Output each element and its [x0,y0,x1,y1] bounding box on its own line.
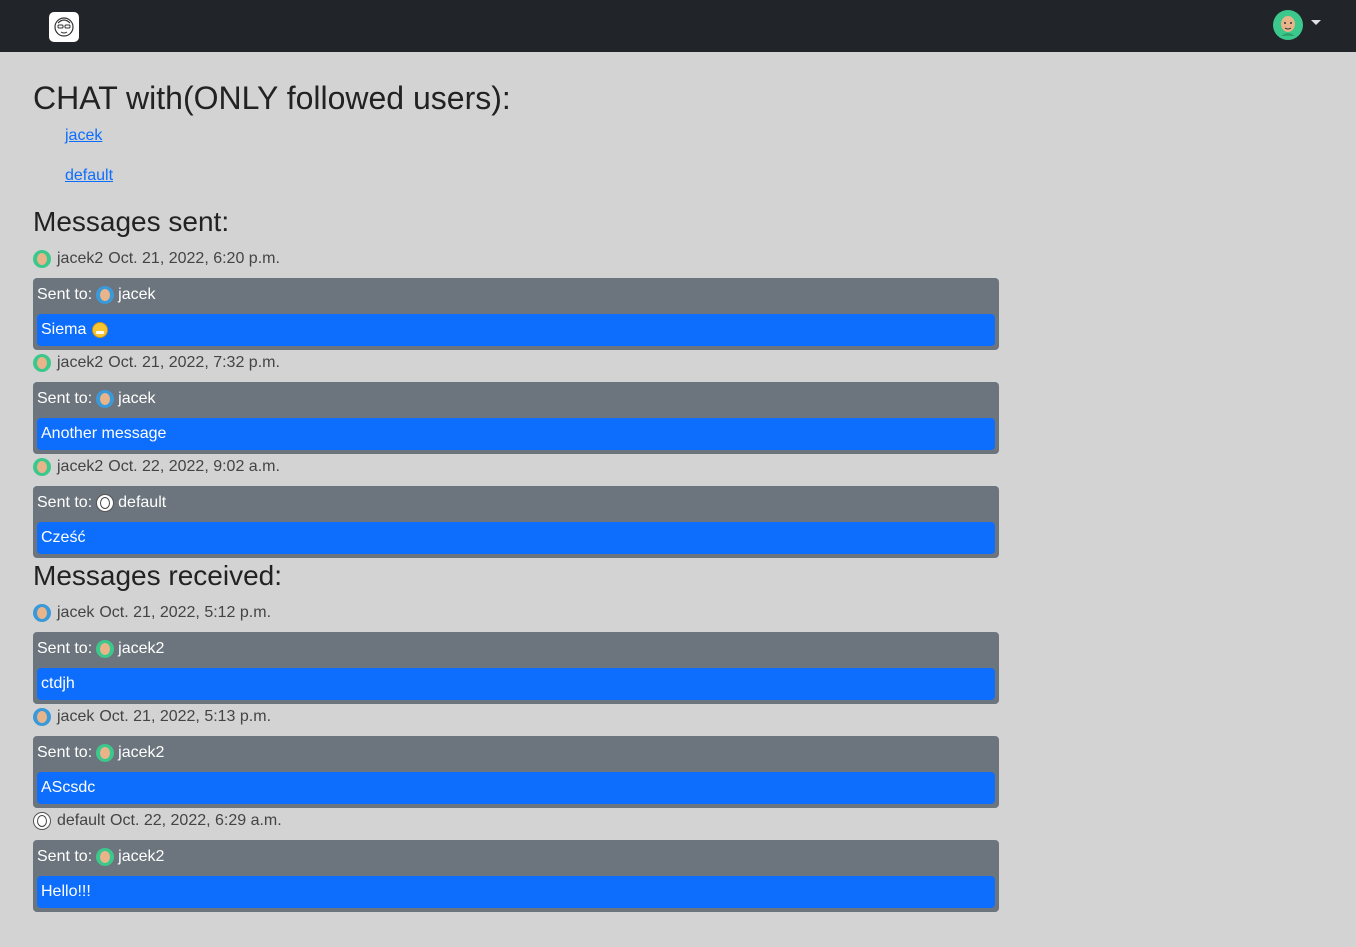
message-text: ctdjh [41,675,75,692]
brand-logo-icon[interactable] [49,12,79,42]
recipient-avatar-icon [96,390,115,408]
message-body: ctdjh [37,668,995,700]
recipient-line: Sent to: jacek [37,283,156,307]
recipient-avatar-icon [96,744,115,762]
message-body: Another message [37,418,995,450]
sender-name: jacek2 [57,354,104,371]
recipient-line: Sent to: default [37,491,166,515]
message-timestamp: Oct. 21, 2022, 5:13 p.m. [99,708,272,725]
user-avatar-icon[interactable] [1273,10,1303,40]
recipient-avatar-icon [96,848,115,866]
messages-sent-heading: Messages sent: [33,206,230,237]
sender-avatar-icon [33,604,51,622]
message-text: Cześć [41,529,86,546]
sent-to-label: Sent to: [37,744,93,761]
followed-user-link-jacek[interactable]: jacek [65,127,102,145]
message-meta: jacek2 Oct. 21, 2022, 6:20 p.m. [33,248,280,270]
sender-name: jacek2 [57,458,104,475]
messages-received-heading: Messages received: [33,560,283,591]
followed-user-link-default[interactable]: default [65,167,113,185]
recipient-name: jacek [118,390,156,407]
sender-avatar-icon [33,458,51,476]
page-title: CHAT with(ONLY followed users): [33,80,511,116]
message-card: Sent to: jacek2 AScsdc [33,736,999,808]
message-timestamp: Oct. 21, 2022, 7:32 p.m. [108,354,280,371]
caret-down-icon[interactable] [1311,20,1321,25]
sender-avatar-icon [33,812,51,830]
sender-name: default [57,812,106,829]
message-body: Cześć [37,522,995,554]
message-card: Sent to: default Cześć [33,486,999,558]
recipient-avatar-icon [96,640,115,658]
sender-avatar-icon [33,250,51,268]
message-timestamp: Oct. 21, 2022, 6:20 p.m. [108,250,280,267]
recipient-line: Sent to: jacek [37,387,156,411]
sender-name: jacek [57,708,95,725]
sender-avatar-icon [33,354,51,372]
message-body: Siema [37,314,995,346]
message-timestamp: Oct. 22, 2022, 9:02 a.m. [108,458,280,475]
message-text: AScsdc [41,779,96,796]
sent-to-label: Sent to: [37,640,93,657]
sent-to-label: Sent to: [37,286,93,303]
sender-name: jacek2 [57,250,104,267]
recipient-line: Sent to: jacek2 [37,741,164,765]
sender-avatar-icon [33,708,51,726]
sent-to-label: Sent to: [37,494,93,511]
recipient-name: jacek2 [118,848,165,865]
grinning-face-emoji-icon [92,322,109,338]
message-card: Sent to: jacek Siema [33,278,999,350]
top-navbar [0,0,1356,52]
message-card: Sent to: jacek2 ctdjh [33,632,999,704]
recipient-name: jacek2 [118,640,165,657]
sent-to-label: Sent to: [37,390,93,407]
message-meta: jacek Oct. 21, 2022, 5:13 p.m. [33,706,271,728]
message-body: Hello!!! [37,876,995,908]
recipient-avatar-icon [96,494,115,512]
message-text: Hello!!! [41,883,91,900]
sent-to-label: Sent to: [37,848,93,865]
recipient-line: Sent to: jacek2 [37,845,164,869]
message-timestamp: Oct. 21, 2022, 5:12 p.m. [99,604,272,621]
message-body: AScsdc [37,772,995,804]
message-text: Siema [41,321,87,338]
message-card: Sent to: jacek Another message [33,382,999,454]
recipient-avatar-icon [96,286,115,304]
message-meta: jacek Oct. 21, 2022, 5:12 p.m. [33,602,271,624]
recipient-name: jacek [118,286,156,303]
message-meta: default Oct. 22, 2022, 6:29 a.m. [33,810,282,832]
recipient-line: Sent to: jacek2 [37,637,164,661]
message-text: Another message [41,425,167,442]
message-meta: jacek2 Oct. 21, 2022, 7:32 p.m. [33,352,280,374]
message-card: Sent to: jacek2 Hello!!! [33,840,999,912]
sender-name: jacek [57,604,95,621]
recipient-name: jacek2 [118,744,165,761]
recipient-name: default [118,494,167,511]
message-meta: jacek2 Oct. 22, 2022, 9:02 a.m. [33,456,280,478]
message-timestamp: Oct. 22, 2022, 6:29 a.m. [110,812,282,829]
